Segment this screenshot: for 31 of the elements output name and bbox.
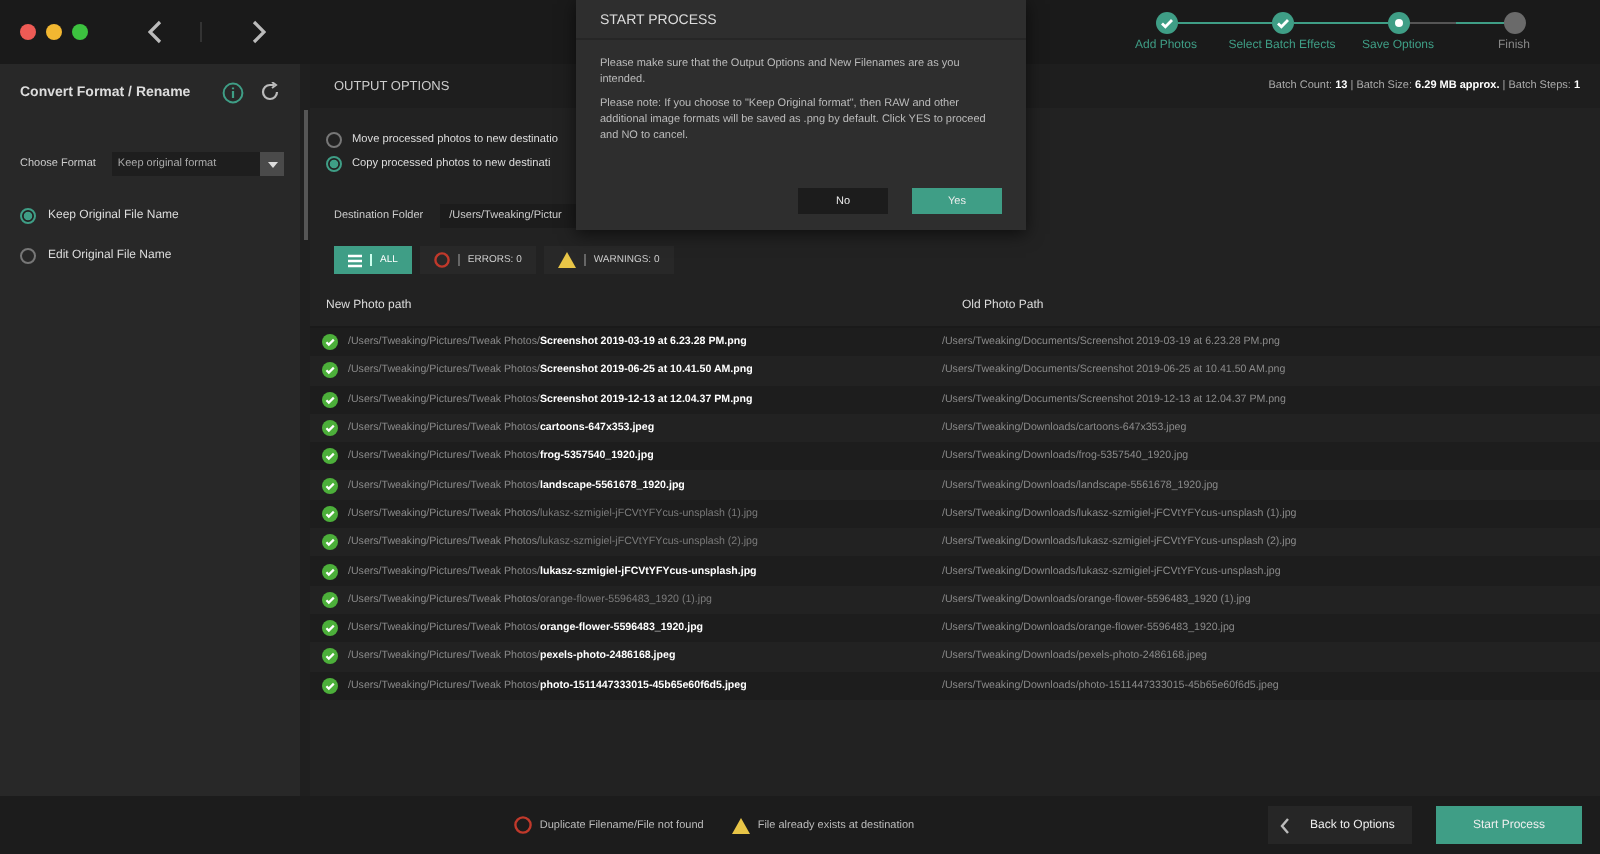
check-icon	[322, 477, 338, 494]
radio-button[interactable]	[326, 156, 342, 172]
check-icon	[322, 420, 338, 437]
forward-icon[interactable]	[250, 20, 266, 44]
check-icon	[322, 534, 338, 551]
check-icon	[322, 362, 338, 379]
close-button[interactable]	[20, 24, 36, 40]
info-icon[interactable]	[222, 81, 244, 103]
list-icon	[348, 253, 362, 267]
chevron-left-icon	[1280, 817, 1290, 833]
check-icon	[322, 391, 338, 408]
back-icon[interactable]	[148, 20, 164, 44]
error-icon	[513, 816, 532, 834]
radio-button[interactable]	[20, 208, 36, 224]
check-icon	[322, 334, 338, 351]
check-icon	[322, 620, 338, 637]
dropdown-icon	[267, 161, 277, 167]
check-icon	[322, 505, 338, 522]
reset-icon[interactable]	[260, 82, 280, 102]
radio-button[interactable]	[326, 132, 342, 148]
check-icon	[322, 591, 338, 608]
warning-icon	[731, 817, 750, 833]
check-icon	[322, 677, 338, 694]
minimize-button[interactable]	[46, 24, 62, 40]
check-icon	[322, 563, 338, 580]
check-icon	[322, 648, 338, 665]
check-icon	[322, 448, 338, 465]
zoom-button[interactable]	[72, 24, 88, 40]
error-icon	[433, 252, 450, 268]
warning-icon	[557, 252, 576, 268]
radio-button[interactable]	[20, 248, 36, 264]
